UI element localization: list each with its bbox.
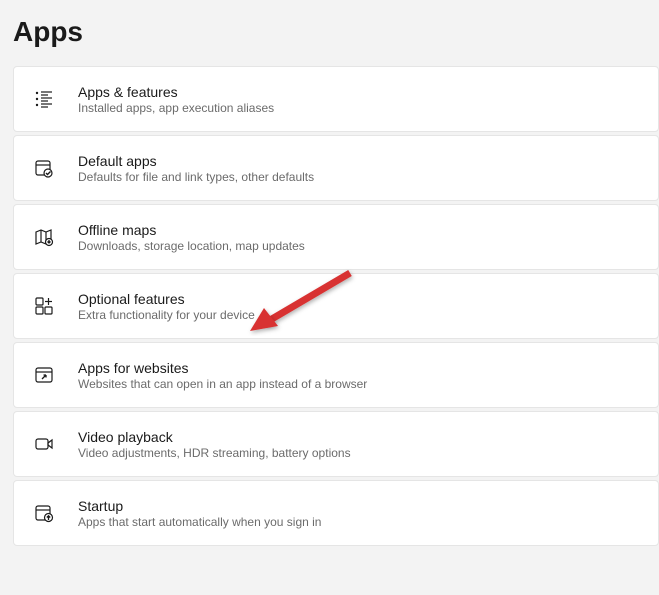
card-subtitle: Installed apps, app execution aliases <box>78 101 274 115</box>
card-title: Optional features <box>78 291 255 307</box>
card-subtitle: Video adjustments, HDR streaming, batter… <box>78 446 351 460</box>
card-text: Default apps Defaults for file and link … <box>78 153 314 184</box>
card-startup[interactable]: Startup Apps that start automatically wh… <box>13 480 659 546</box>
card-video-playback[interactable]: Video playback Video adjustments, HDR st… <box>13 411 659 477</box>
card-subtitle: Extra functionality for your device <box>78 308 255 322</box>
card-title: Offline maps <box>78 222 305 238</box>
offline-maps-icon <box>32 225 56 249</box>
card-optional-features[interactable]: Optional features Extra functionality fo… <box>13 273 659 339</box>
card-title: Default apps <box>78 153 314 169</box>
default-apps-icon <box>32 156 56 180</box>
video-playback-icon <box>32 432 56 456</box>
card-title: Startup <box>78 498 321 514</box>
card-text: Apps & features Installed apps, app exec… <box>78 84 274 115</box>
apps-features-icon <box>32 87 56 111</box>
card-text: Optional features Extra functionality fo… <box>78 291 255 322</box>
card-text: Apps for websites Websites that can open… <box>78 360 367 391</box>
card-offline-maps[interactable]: Offline maps Downloads, storage location… <box>13 204 659 270</box>
card-subtitle: Downloads, storage location, map updates <box>78 239 305 253</box>
card-text: Video playback Video adjustments, HDR st… <box>78 429 351 460</box>
optional-features-icon <box>32 294 56 318</box>
card-subtitle: Apps that start automatically when you s… <box>78 515 321 529</box>
card-text: Offline maps Downloads, storage location… <box>78 222 305 253</box>
settings-list: Apps & features Installed apps, app exec… <box>0 66 659 546</box>
card-subtitle: Defaults for file and link types, other … <box>78 170 314 184</box>
card-title: Apps & features <box>78 84 274 100</box>
card-default-apps[interactable]: Default apps Defaults for file and link … <box>13 135 659 201</box>
startup-icon <box>32 501 56 525</box>
card-title: Video playback <box>78 429 351 445</box>
card-text: Startup Apps that start automatically wh… <box>78 498 321 529</box>
card-subtitle: Websites that can open in an app instead… <box>78 377 367 391</box>
card-apps-for-websites[interactable]: Apps for websites Websites that can open… <box>13 342 659 408</box>
page-title: Apps <box>0 0 659 66</box>
card-apps-features[interactable]: Apps & features Installed apps, app exec… <box>13 66 659 132</box>
card-title: Apps for websites <box>78 360 367 376</box>
apps-for-websites-icon <box>32 363 56 387</box>
